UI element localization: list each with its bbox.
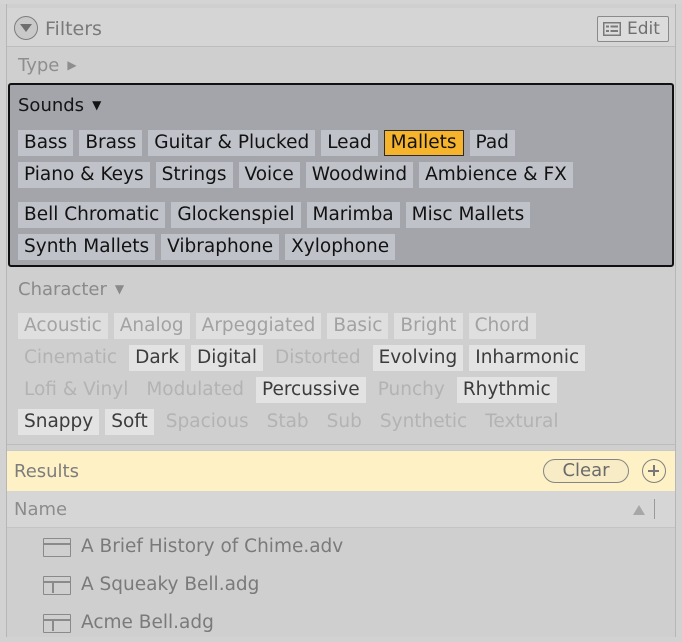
sound-tag-piano-and-keys[interactable]: Piano & Keys — [18, 162, 150, 188]
triangle-down-icon: ▼ — [92, 98, 102, 112]
character-tag-percussive[interactable]: Percussive — [255, 377, 366, 403]
sounds-label: Sounds — [18, 95, 85, 116]
preset-icon — [43, 538, 71, 557]
results-bar: Results Clear — [7, 450, 675, 491]
character-tag-rhythmic[interactable]: Rhythmic — [456, 377, 557, 403]
sound-tag-lead[interactable]: Lead — [321, 130, 378, 156]
sounds-tag-row: Bass Brass Guitar & Plucked Lead Mallets Pad — [18, 130, 515, 156]
filters-header: Filters Edit — [7, 8, 675, 46]
column-divider[interactable] — [654, 499, 655, 519]
character-tag-lofi-and-vinyl[interactable]: Lofi & Vinyl — [18, 377, 134, 403]
add-icon[interactable] — [642, 459, 666, 483]
sound-tag-bass[interactable]: Bass — [18, 130, 74, 156]
character-tag-row: Cinematic Dark Digital Distorted Evolving Inh… — [18, 345, 586, 371]
character-tag-distorted[interactable]: Distorted — [269, 345, 367, 371]
sounds-tag-row: Synth Mallets Vibraphone Xylophone — [18, 234, 396, 260]
character-label: Character — [18, 279, 107, 300]
type-filter-toggle[interactable]: Type ▶ — [18, 55, 77, 76]
character-tag-snappy[interactable]: Snappy — [18, 409, 100, 435]
character-tag-dark[interactable]: Dark — [129, 345, 185, 371]
results-list: A Brief History of Chime.adv A Squeaky Be… — [7, 528, 675, 642]
divider — [7, 46, 675, 47]
list-item[interactable]: A Squeaky Bell.adg — [7, 566, 675, 604]
character-tag-digital[interactable]: Digital — [191, 345, 263, 371]
sound-tag-pad[interactable]: Pad — [469, 130, 515, 156]
character-tag-evolving[interactable]: Evolving — [372, 345, 464, 371]
character-tag-punchy[interactable]: Punchy — [372, 377, 451, 403]
sounds-filter-toggle[interactable]: Sounds ▼ — [18, 95, 101, 116]
edit-icon — [603, 22, 621, 36]
sound-tag-woodwind[interactable]: Woodwind — [305, 162, 414, 188]
character-tag-spacious[interactable]: Spacious — [160, 409, 255, 435]
clear-button[interactable]: Clear — [543, 459, 629, 483]
sounds-tag-row: Piano & Keys Strings Voice Woodwind Ambience… — [18, 162, 573, 188]
results-label: Results — [14, 461, 79, 482]
character-tag-synthetic[interactable]: Synthetic — [374, 409, 473, 435]
character-tag-cinematic[interactable]: Cinematic — [18, 345, 123, 371]
sound-tag-voice[interactable]: Voice — [238, 162, 300, 188]
name-column-header[interactable]: Name — [7, 491, 675, 528]
sound-tag-synth-mallets[interactable]: Synth Mallets — [18, 234, 156, 260]
character-tag-chord[interactable]: Chord — [468, 313, 536, 339]
file-name: Acme Bell.adg — [81, 612, 214, 633]
sound-tag-ambience-and-fx[interactable]: Ambience & FX — [419, 162, 573, 188]
filters-title: Filters — [45, 18, 102, 40]
browser-panel: Filters Edit Type ▶ Sounds ▼ Bass Brass Guit… — [6, 4, 676, 637]
sound-tag-misc-mallets[interactable]: Misc Mallets — [405, 202, 531, 228]
sound-tag-xylophone[interactable]: Xylophone — [285, 234, 396, 260]
type-label: Type — [18, 55, 60, 76]
collapse-toggle-icon[interactable] — [14, 16, 38, 40]
list-item[interactable]: A Brief History of Chime.adv — [7, 528, 675, 566]
character-tag-stab[interactable]: Stab — [261, 409, 315, 435]
rack-icon — [43, 614, 71, 633]
character-tag-textural[interactable]: Textural — [479, 409, 564, 435]
character-tag-row: Acoustic Analog Arpeggiated Basic Bright Chor… — [18, 313, 536, 339]
character-tag-modulated[interactable]: Modulated — [140, 377, 250, 403]
sound-tag-guitar-and-plucked[interactable]: Guitar & Plucked — [148, 130, 316, 156]
sounds-tag-row: Bell Chromatic Glockenspiel Marimba Misc Ma… — [18, 202, 531, 228]
sound-tag-brass[interactable]: Brass — [79, 130, 143, 156]
file-name: A Squeaky Bell.adg — [81, 574, 260, 595]
rack-icon — [43, 576, 71, 595]
list-item[interactable]: Acme Bell.adg — [7, 604, 675, 642]
character-tag-analog[interactable]: Analog — [113, 313, 190, 339]
character-tag-basic[interactable]: Basic — [327, 313, 389, 339]
character-tag-acoustic[interactable]: Acoustic — [18, 313, 108, 339]
sound-tag-vibraphone[interactable]: Vibraphone — [161, 234, 280, 260]
sound-tag-mallets[interactable]: Mallets — [383, 130, 464, 156]
sound-tag-bell-chromatic[interactable]: Bell Chromatic — [18, 202, 166, 228]
sounds-filter-group: Sounds ▼ Bass Brass Guitar & Plucked Lead Mal… — [8, 83, 674, 267]
character-tag-inharmonic[interactable]: Inharmonic — [469, 345, 586, 371]
sound-tag-strings[interactable]: Strings — [155, 162, 233, 188]
triangle-right-icon: ▶ — [67, 58, 77, 72]
edit-label: Edit — [627, 19, 660, 39]
character-tag-soft[interactable]: Soft — [105, 409, 154, 435]
sound-tag-marimba[interactable]: Marimba — [306, 202, 400, 228]
character-tag-bright[interactable]: Bright — [394, 313, 463, 339]
character-tag-row: Lofi & Vinyl Modulated Percussive Punchy Rhy… — [18, 377, 557, 403]
sort-ascending-icon[interactable] — [633, 505, 645, 515]
character-tag-arpeggiated[interactable]: Arpeggiated — [195, 313, 322, 339]
character-filter-toggle[interactable]: Character ▼ — [18, 279, 124, 300]
name-column-label: Name — [14, 499, 68, 520]
character-tag-sub[interactable]: Sub — [321, 409, 368, 435]
file-name: A Brief History of Chime.adv — [81, 536, 344, 557]
edit-button[interactable]: Edit — [597, 16, 669, 42]
character-tag-row: Snappy Soft Spacious Stab Sub Synthetic Textur… — [18, 409, 564, 435]
divider — [7, 444, 675, 445]
triangle-down-icon: ▼ — [114, 282, 125, 296]
sound-tag-glockenspiel[interactable]: Glockenspiel — [171, 202, 301, 228]
